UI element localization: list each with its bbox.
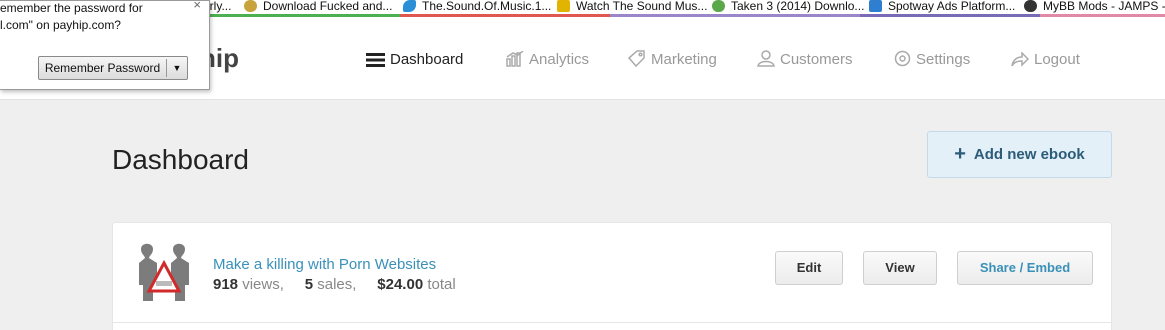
v-logo-icon: [557, 0, 570, 12]
views-label: views,: [242, 276, 284, 293]
ebook-title-link[interactable]: Make a killing with Porn Websites: [213, 256, 436, 273]
ebook-thumbnail[interactable]: [135, 241, 193, 303]
tag-icon: [627, 50, 645, 68]
bookmark-item[interactable]: The.Sound.Of.Music.1...: [403, 0, 551, 14]
share-arrow-icon: [1011, 51, 1030, 67]
add-new-ebook-label: Add new ebook: [973, 146, 1085, 163]
nav-analytics[interactable]: Analytics: [506, 50, 589, 70]
bookmark-item[interactable]: Spotway Ads Platform...: [869, 0, 1015, 14]
menu-icon: [366, 53, 385, 67]
shield-icon: [244, 0, 257, 12]
sales-count: 5: [304, 276, 314, 293]
nav-customers[interactable]: Customers: [757, 50, 853, 70]
nav-marketing[interactable]: Marketing: [627, 50, 717, 70]
chevron-down-icon[interactable]: ▼: [167, 57, 187, 79]
close-icon[interactable]: ×: [193, 0, 201, 12]
divider: [113, 322, 1111, 323]
gear-icon: [894, 50, 911, 67]
mybb-icon: [1024, 0, 1037, 12]
nav-dashboard[interactable]: Dashboard: [366, 50, 463, 70]
ebook-stats: 918 views, 5 sales, $24.00 total: [213, 276, 456, 293]
add-new-ebook-button[interactable]: + Add new ebook: [927, 131, 1112, 178]
views-count: 918: [213, 276, 239, 293]
bookmark-item[interactable]: Watch The Sound Mus...: [557, 0, 707, 14]
bookmark-item[interactable]: Download Fucked and...: [244, 0, 392, 14]
remember-password-label: Remember Password: [44, 61, 161, 75]
edit-button[interactable]: Edit: [775, 251, 843, 285]
bar-chart-icon: [506, 50, 524, 67]
remember-password-button[interactable]: Remember Password ▼: [38, 56, 188, 80]
ad-icon: [869, 0, 882, 12]
share-embed-button[interactable]: Share / Embed: [957, 251, 1093, 285]
price-label: total: [427, 276, 456, 293]
user-icon: [757, 50, 775, 67]
page-title: Dashboard: [112, 144, 249, 175]
sales-label: sales,: [317, 276, 357, 293]
view-button[interactable]: View: [863, 251, 937, 285]
bird-icon: [403, 0, 416, 12]
plus-icon: +: [954, 143, 966, 165]
globe-icon: [712, 0, 725, 12]
bookmark-item[interactable]: Taken 3 (2014) Downlo...: [712, 0, 864, 14]
nav-logout[interactable]: Logout: [1011, 50, 1080, 70]
password-prompt: emember the password for l.com" on payhi…: [0, 0, 210, 90]
total-price: $24.00: [377, 276, 424, 293]
nav-settings[interactable]: Settings: [894, 50, 970, 70]
prompt-text-line2: l.com" on payhip.com?: [0, 18, 121, 32]
prompt-text-line1: emember the password for: [0, 1, 143, 15]
ebook-card: Make a killing with Porn Websites 918 vi…: [112, 222, 1112, 330]
bookmark-item[interactable]: MyBB Mods - JAMPS -: [1024, 0, 1165, 14]
